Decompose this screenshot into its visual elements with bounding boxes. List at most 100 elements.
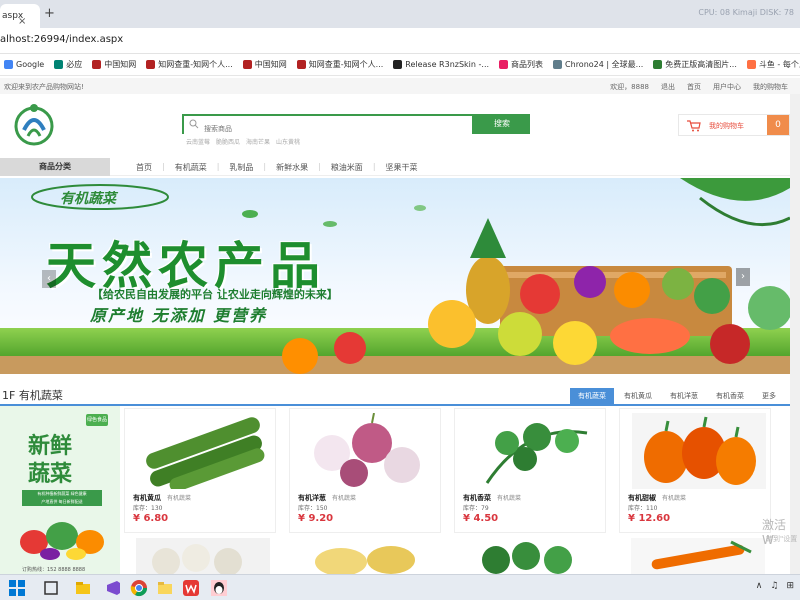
visual-studio-icon[interactable] <box>104 579 122 597</box>
product-category: 有机蔬菜 <box>497 495 522 502</box>
new-tab-button[interactable]: + <box>44 6 55 21</box>
bookmark-item[interactable]: 知网查重-知网个人... <box>296 59 384 70</box>
browser-tab[interactable]: aspx × <box>0 4 40 28</box>
address-url[interactable]: alhost:26994/index.aspx <box>0 34 123 45</box>
top-link[interactable]: 用户中心 <box>713 82 741 92</box>
os-taskbar: ∧ ♫ ⊞ <box>0 574 800 600</box>
search-input[interactable] <box>184 121 472 137</box>
nav-link[interactable]: 首页 <box>130 162 158 173</box>
floor-tab[interactable]: 有机香菜 <box>708 388 752 404</box>
bookmark-item[interactable]: 商品列表 <box>499 59 543 70</box>
product-name[interactable]: 有机黄瓜 <box>133 493 161 503</box>
hot-word-link[interactable]: 云南蓝莓 <box>186 137 210 146</box>
bookmark-item[interactable]: 斗鱼 - 每个人的直... <box>746 59 800 70</box>
tray-icon[interactable]: ♫ <box>770 581 778 591</box>
site-top-strip: 欢迎来到农产品购物网站! 欢迎，8888 退出 首页 用户中心 我的购物车 <box>0 78 800 94</box>
bookmark-item[interactable]: Google <box>4 60 44 69</box>
product-image[interactable] <box>467 413 601 489</box>
product-image[interactable] <box>632 413 766 489</box>
floor-tab[interactable]: 有机洋葱 <box>662 388 706 404</box>
bookmark-favicon-icon <box>746 60 756 69</box>
file-explorer-icon[interactable] <box>74 579 92 597</box>
category-menu-button[interactable]: 商品分类 <box>0 158 110 176</box>
page-scrollbar[interactable] <box>790 94 800 574</box>
nav-link[interactable]: 有机蔬菜 <box>169 162 213 173</box>
product-card[interactable]: 有机黄瓜 有机蔬菜 库存：130 ¥ 6.80 <box>124 408 276 533</box>
nav-link[interactable]: 粮油米面 <box>325 162 369 173</box>
bookmark-item[interactable]: 中国知网 <box>92 59 136 70</box>
bookmark-favicon-icon <box>54 60 64 69</box>
nav-divider: | <box>372 162 376 171</box>
banner-prev-button[interactable]: ‹ <box>42 270 56 288</box>
product-price: ¥ 9.20 <box>298 513 334 524</box>
floor-tab[interactable]: 有机黄瓜 <box>616 388 660 404</box>
product-price: ¥ 12.60 <box>628 513 671 524</box>
top-link[interactable]: 退出 <box>661 82 675 92</box>
product-image[interactable] <box>137 413 271 489</box>
bookmark-favicon-icon <box>242 60 252 69</box>
top-links: 欢迎，8888 退出 首页 用户中心 我的购物车 <box>610 82 788 92</box>
bookmark-label: 中国知网 <box>254 60 287 69</box>
product-card[interactable]: 有机香菜 有机蔬菜 库存：79 ¥ 4.50 <box>454 408 606 533</box>
bookmark-favicon-icon <box>146 60 156 69</box>
bookmark-item[interactable]: 中国知网 <box>242 59 287 70</box>
cart-button[interactable]: 我的购物车 0 <box>678 114 790 136</box>
product-card[interactable]: 有机甜椒 有机蔬菜 库存：110 ¥ 12.60 <box>619 408 771 533</box>
bookmark-label: 商品列表 <box>511 60 544 69</box>
tray-icon[interactable]: ∧ <box>756 581 763 591</box>
folder-icon[interactable] <box>156 579 174 597</box>
product-name[interactable]: 有机洋葱 <box>298 493 326 503</box>
top-link[interactable]: 我的购物车 <box>753 82 788 92</box>
product-image[interactable] <box>302 413 436 489</box>
product-image-row2-2 <box>301 538 435 574</box>
bookmark-label: 知网查重-知网个人... <box>158 60 233 69</box>
product-price: ¥ 4.50 <box>463 513 499 524</box>
bookmark-label: 中国知网 <box>104 60 137 69</box>
site-header: 搜索 云南蓝莓脆脆西瓜海南芒果山东黄桃 我的购物车 0 <box>0 94 800 156</box>
top-link[interactable]: 欢迎，8888 <box>610 82 649 92</box>
banner-logo-text: 有机蔬菜 <box>60 191 116 207</box>
bookmark-item[interactable]: 知网查重-知网个人... <box>146 59 233 70</box>
search-icon <box>189 119 199 129</box>
start-icon[interactable] <box>8 579 26 597</box>
qq-icon[interactable] <box>210 579 228 597</box>
product-name[interactable]: 有机甜椒 <box>628 493 656 503</box>
task-view-icon[interactable] <box>42 579 60 597</box>
product-name[interactable]: 有机香菜 <box>463 493 491 503</box>
top-link[interactable]: 首页 <box>687 82 701 92</box>
bookmark-label: 知网查重-知网个人... <box>308 60 384 69</box>
hero-banner[interactable]: 有机蔬菜 天然农产品 【给农民自由发展的平台 让农业走向辉煌的未来】 原产地 无… <box>0 178 790 374</box>
bookmark-label: Release R3nzSkin -... <box>405 60 490 69</box>
bookmark-item[interactable]: Release R3nzSkin -... <box>393 60 489 69</box>
hot-word-link[interactable]: 海南芒果 <box>246 137 270 146</box>
wps-icon[interactable] <box>182 579 200 597</box>
system-tray: ∧ ♫ ⊞ <box>756 581 794 591</box>
hot-search-words: 云南蓝莓 脆脆西瓜 海南芒果 山东黄桃 <box>186 137 300 146</box>
product-stock: 库存：110 <box>628 505 658 512</box>
address-bar[interactable]: alhost:26994/index.aspx <box>0 28 800 54</box>
floor-tab[interactable]: 有机蔬菜 <box>570 388 614 404</box>
banner-next-button[interactable]: › <box>736 268 750 286</box>
nav-link[interactable]: 乳制品 <box>223 162 259 173</box>
chrome-icon[interactable] <box>130 579 148 597</box>
search-button[interactable]: 搜索 <box>474 114 530 134</box>
floor-tab[interactable]: 更多 <box>754 388 784 404</box>
nav-links: 首页 | 有机蔬菜 | 乳制品 | 新鲜水果 | 粮油米面 | 坚果干菜 <box>130 162 424 173</box>
bookmarks-bar: Google 必应 中国知网 知网查重-知网个人... 中国知网 知网查重-知网个人...… <box>0 54 800 76</box>
nav-link[interactable]: 坚果干菜 <box>380 162 424 173</box>
tray-icon[interactable]: ⊞ <box>786 581 794 591</box>
nav-divider: | <box>318 162 321 171</box>
hot-word-link[interactable]: 山东黄桃 <box>276 137 300 146</box>
product-image-row2-3 <box>466 538 600 574</box>
nav-link[interactable]: 新鲜水果 <box>270 162 314 173</box>
product-card[interactable]: 有机洋葱 有机蔬菜 库存：150 ¥ 9.20 <box>289 408 441 533</box>
bookmark-item[interactable]: Chrono24 | 全球最... <box>553 59 643 70</box>
ad-phone: 订购热线：152 8888 8888 <box>22 567 86 573</box>
bookmark-item[interactable]: 免费正版高清图片... <box>653 59 737 70</box>
site-logo[interactable] <box>10 100 58 148</box>
hot-word-link[interactable]: 脆脆西瓜 <box>216 137 240 146</box>
bookmark-favicon-icon <box>653 60 663 69</box>
bookmark-label: 必应 <box>66 60 83 69</box>
bookmark-item[interactable]: 必应 <box>54 59 82 70</box>
floor-ad-banner[interactable]: 绿色食品 新鲜 蔬菜 有机种植新鲜蔬菜 绿色健康 产地直供 每日新鲜配送 订购热… <box>0 406 120 576</box>
